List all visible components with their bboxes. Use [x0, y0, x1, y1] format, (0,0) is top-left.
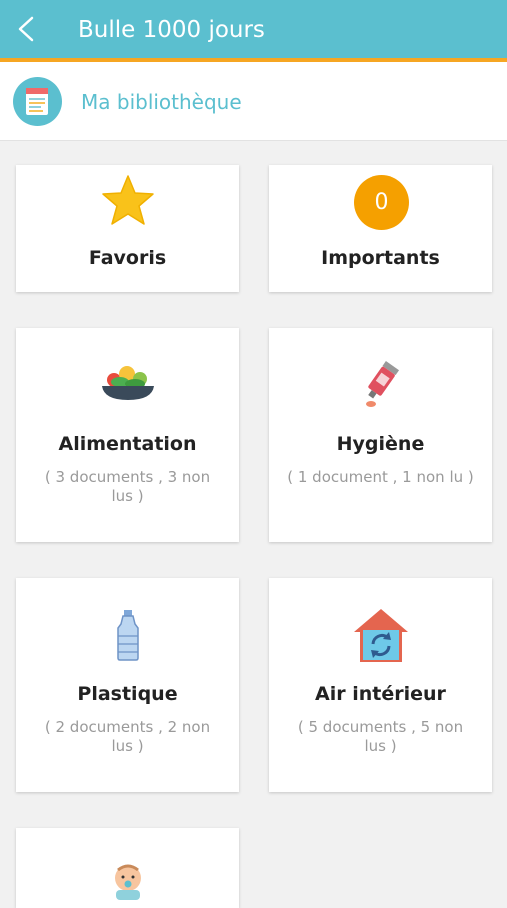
category-name: Hygiène [336, 433, 425, 455]
category-name: Air intérieur [315, 683, 446, 705]
category-card-alimentation[interactable]: Alimentation ( 3 documents , 3 non lus ) [16, 328, 239, 542]
cream-tube-icon [366, 361, 400, 407]
category-name: Favoris [88, 247, 167, 269]
salad-bowl-icon [102, 366, 154, 400]
category-name: Importants [321, 247, 440, 269]
category-card-hygiene[interactable]: Hygiène ( 1 document , 1 non lu ) [269, 328, 492, 542]
category-count: ( 5 documents , 5 non lus ) [297, 718, 464, 755]
category-card-favoris[interactable]: Favoris [16, 165, 239, 292]
star-icon [102, 175, 154, 225]
count-badge: 0 [354, 175, 409, 230]
library-bar[interactable]: Ma bibliothèque [0, 62, 507, 141]
page-title: Bulle 1000 jours [78, 17, 265, 43]
house-refresh-icon [354, 609, 408, 662]
category-name: Alimentation [58, 433, 197, 455]
category-count: ( 2 documents , 2 non lus ) [44, 718, 211, 755]
category-name: Plastique [77, 683, 178, 705]
category-card-plastique[interactable]: Plastique ( 2 documents , 2 non lus ) [16, 578, 239, 792]
baby-icon [115, 864, 141, 900]
category-card-bebe[interactable] [16, 828, 239, 908]
app-header: Bulle 1000 jours [0, 0, 507, 62]
category-card-importants[interactable]: 0 Importants [269, 165, 492, 292]
category-count: ( 3 documents , 3 non lus ) [44, 468, 211, 505]
category-count: ( 1 document , 1 non lu ) [287, 468, 474, 486]
back-arrow-icon[interactable] [14, 16, 40, 42]
library-title: Ma bibliothèque [81, 90, 242, 114]
library-icon [13, 77, 62, 126]
water-bottle-icon [117, 610, 139, 661]
category-card-air-interieur[interactable]: Air intérieur ( 5 documents , 5 non lus … [269, 578, 492, 792]
